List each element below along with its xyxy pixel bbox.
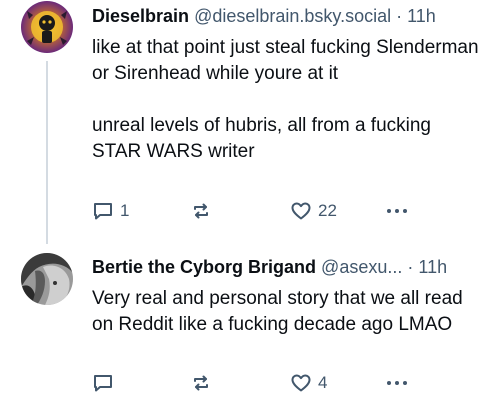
more-icon — [385, 372, 409, 394]
avatar[interactable] — [21, 1, 73, 53]
repost-button[interactable] — [190, 199, 218, 223]
repost-icon — [190, 372, 212, 394]
reply-button[interactable]: 1 — [92, 199, 129, 223]
author-handle[interactable]: @dieselbrain.bsky.social — [194, 6, 391, 26]
author-handle[interactable]: @asexu... — [321, 257, 402, 277]
post-bertie[interactable]: Bertie the Cyborg Brigand @asexu... · 11… — [0, 240, 500, 415]
reply-button[interactable] — [92, 371, 120, 395]
repost-icon — [190, 200, 212, 222]
like-icon — [290, 200, 312, 222]
like-button[interactable]: 4 — [290, 371, 327, 395]
separator-dot: · — [396, 6, 403, 26]
more-options-button[interactable] — [385, 199, 409, 223]
avatar[interactable] — [21, 253, 73, 305]
post-actions: 4 — [92, 371, 482, 395]
post-text: Very real and personal story that we all… — [92, 288, 463, 335]
post-actions: 1 22 — [92, 199, 482, 223]
like-icon — [290, 372, 312, 394]
like-count: 22 — [318, 201, 337, 220]
reply-icon — [92, 372, 114, 394]
like-count: 4 — [318, 373, 328, 392]
post-time[interactable]: 11h — [407, 6, 436, 26]
post-time[interactable]: 11h — [418, 257, 447, 277]
post-header: Bertie the Cyborg Brigand @asexu... · 11… — [92, 255, 484, 279]
reply-icon — [92, 200, 114, 222]
author-name[interactable]: Bertie the Cyborg Brigand — [92, 257, 316, 277]
post-text: like at that point just steal fucking Sl… — [92, 37, 479, 162]
post-dieselbrain[interactable]: Dieselbrain @dieselbrain.bsky.social · 1… — [0, 0, 500, 244]
more-options-button[interactable] — [385, 371, 409, 395]
repost-button[interactable] — [190, 371, 218, 395]
post-header: Dieselbrain @dieselbrain.bsky.social · 1… — [92, 4, 484, 28]
thread-line — [46, 61, 48, 244]
more-icon — [385, 200, 409, 222]
separator-dot: · — [407, 257, 414, 277]
author-name[interactable]: Dieselbrain — [92, 6, 189, 26]
like-button[interactable]: 22 — [290, 199, 337, 223]
reply-count: 1 — [120, 201, 130, 220]
